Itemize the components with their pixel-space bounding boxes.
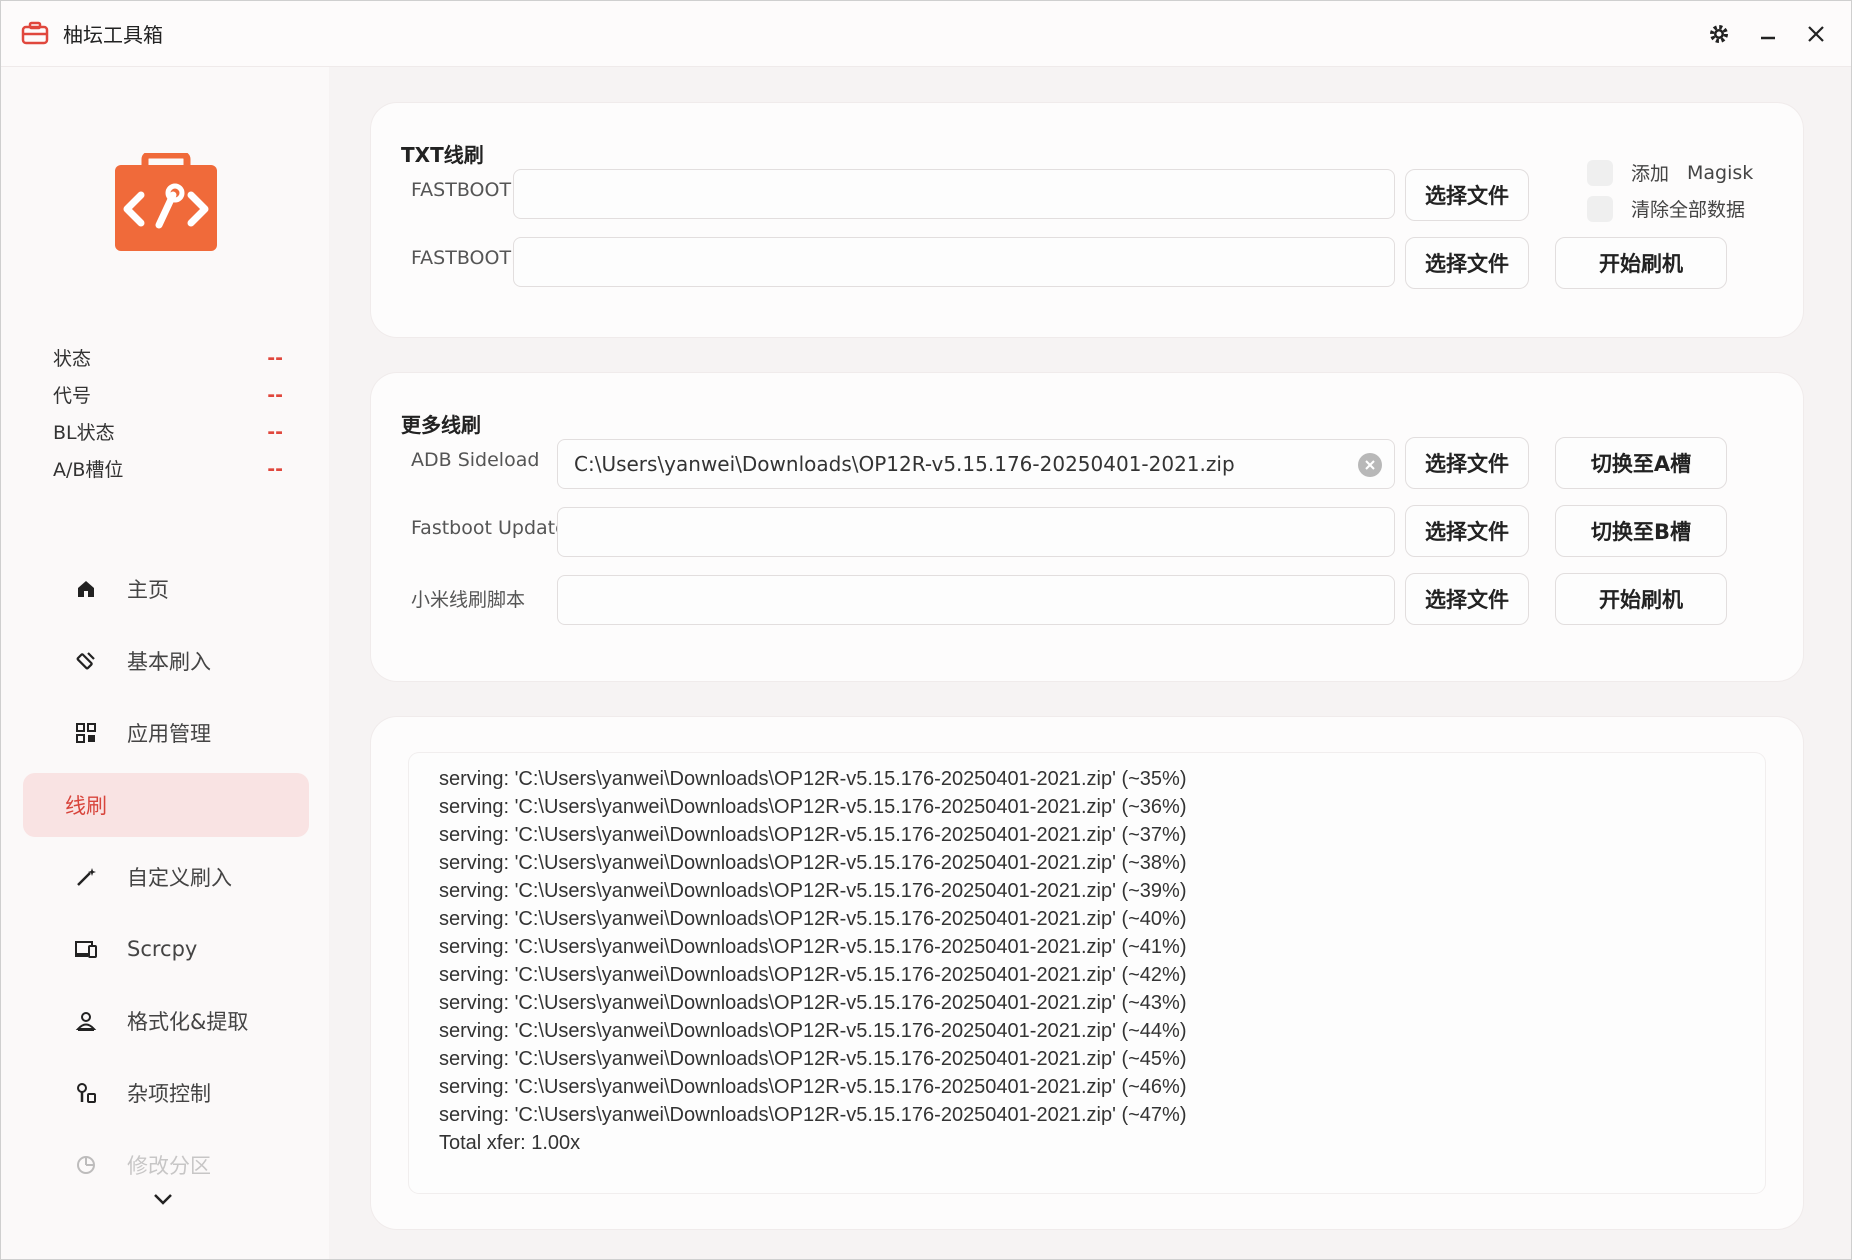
sidebar-item-custom-flash[interactable]: 自定义刷入: [23, 845, 309, 909]
log-line: serving: 'C:\Users\yanwei\Downloads\OP12…: [439, 1104, 1187, 1126]
log-line: serving: 'C:\Users\yanwei\Downloads\OP12…: [439, 1020, 1187, 1042]
log-line: serving: 'C:\Users\yanwei\Downloads\OP12…: [439, 852, 1187, 874]
log-line: serving: 'C:\Users\yanwei\Downloads\OP12…: [439, 908, 1187, 930]
tools-icon: [73, 1080, 99, 1106]
app-title: 柚坛工具箱: [63, 23, 163, 47]
app-logo: [111, 151, 221, 253]
home-icon: [73, 576, 99, 602]
sidebar-item-label: 格式化&提取: [127, 1010, 249, 1034]
minimize-icon[interactable]: [1753, 19, 1783, 49]
log-line: Total xfer: 1.00x: [439, 1132, 581, 1154]
fastbootd-select-file-button[interactable]: 选择文件: [1405, 237, 1529, 289]
info-value: --: [267, 457, 283, 480]
sidebar-item-label: 杂项控制: [127, 1082, 211, 1106]
fastboot-updated-label: Fastboot Updated: [411, 517, 579, 539]
close-icon[interactable]: [1801, 19, 1831, 49]
fastbootd-path-input[interactable]: [513, 237, 1395, 287]
toolbox-icon: [21, 21, 49, 45]
log-line: serving: 'C:\Users\yanwei\Downloads\OP12…: [439, 936, 1187, 958]
fastboot-path-input[interactable]: [513, 169, 1395, 219]
apps-icon: [73, 720, 99, 746]
log-line: serving: 'C:\Users\yanwei\Downloads\OP12…: [439, 880, 1187, 902]
sidebar-item-format-extract[interactable]: 格式化&提取: [23, 989, 309, 1053]
partition-icon: [73, 1152, 99, 1178]
fastbootd-label: FASTBOOTD: [411, 247, 526, 269]
sidebar-item-home[interactable]: 主页: [23, 557, 309, 621]
sidebar-item-app-manage[interactable]: 应用管理: [23, 701, 309, 765]
log-line: serving: 'C:\Users\yanwei\Downloads\OP12…: [439, 1076, 1187, 1098]
log-line: serving: 'C:\Users\yanwei\Downloads\OP12…: [439, 796, 1187, 818]
adb-sideload-label: ADB Sideload: [411, 449, 540, 471]
switch-slot-b-button[interactable]: 切换至B槽: [1555, 505, 1727, 557]
adb-sideload-select-file-button[interactable]: 选择文件: [1405, 437, 1529, 489]
xiaomi-script-path-input[interactable]: [557, 575, 1395, 625]
sidebar-item-label: 自定义刷入: [127, 866, 232, 890]
sidebar-item-label: 主页: [127, 578, 169, 602]
info-label: 代号: [53, 385, 92, 407]
screen-mirror-icon: [73, 936, 99, 962]
add-magisk-checkbox[interactable]: 添加 Magisk: [1587, 159, 1753, 186]
fastboot-label: FASTBOOT: [411, 179, 512, 201]
clear-input-icon[interactable]: [1358, 453, 1382, 477]
log-line: serving: 'C:\Users\yanwei\Downloads\OP12…: [439, 1048, 1187, 1070]
info-value: --: [267, 346, 283, 369]
sidebar-item-basic-flash[interactable]: 基本刷入: [23, 629, 309, 693]
xiaomi-script-select-file-button[interactable]: 选择文件: [1405, 573, 1529, 625]
sidebar-nav: 主页 基本刷入 应用管理 线刷 自定义刷入 Scrcpy 格式化&提取 杂项控制…: [23, 557, 309, 1205]
log-line: serving: 'C:\Users\yanwei\Downloads\OP12…: [439, 992, 1187, 1014]
info-value: --: [267, 383, 283, 406]
sidebar-item-label: Scrcpy: [127, 937, 198, 961]
card-title: 更多线刷: [401, 413, 481, 437]
log-output[interactable]: serving: 'C:\Users\yanwei\Downloads\OP12…: [409, 753, 1765, 1193]
info-label: 状态: [53, 348, 92, 370]
device-info-list: 状态 -- 代号 -- BL状态 -- A/B槽位 --: [53, 339, 283, 487]
user-extract-icon: [73, 1008, 99, 1034]
app-window: 柚坛工具箱 状态 -- 代号 -- BL状态 -- A/B槽位 -- 主页 基本…: [0, 0, 1852, 1260]
sidebar: 状态 -- 代号 -- BL状态 -- A/B槽位 -- 主页 基本刷入 应用管…: [1, 67, 329, 1259]
txt-flash-card: TXT线刷 FASTBOOT 选择文件 FASTBOOTD 选择文件 添加 Ma…: [371, 103, 1803, 337]
info-row-bl-status: BL状态 --: [53, 413, 283, 450]
info-row-codename: 代号 --: [53, 376, 283, 413]
checkbox-label: 添加: [1631, 163, 1670, 185]
settings-gear-icon[interactable]: [1704, 19, 1734, 49]
log-card: serving: 'C:\Users\yanwei\Downloads\OP12…: [371, 717, 1803, 1229]
info-row-ab-slot: A/B槽位 --: [53, 450, 283, 487]
log-line: serving: 'C:\Users\yanwei\Downloads\OP12…: [439, 964, 1187, 986]
info-value: --: [267, 420, 283, 443]
sidebar-item-misc-control[interactable]: 杂项控制: [23, 1061, 309, 1125]
fastboot-updated-select-file-button[interactable]: 选择文件: [1405, 505, 1529, 557]
sidebar-item-label: 基本刷入: [127, 650, 211, 674]
sidebar-item-label: 线刷: [65, 794, 107, 818]
main-content: TXT线刷 FASTBOOT 选择文件 FASTBOOTD 选择文件 添加 Ma…: [329, 67, 1851, 1259]
fastboot-select-file-button[interactable]: 选择文件: [1405, 169, 1529, 221]
sidebar-item-label: 修改分区: [127, 1154, 211, 1178]
info-label: BL状态: [53, 422, 115, 444]
xiaomi-script-label: 小米线刷脚本: [411, 589, 526, 611]
info-row-status: 状态 --: [53, 339, 283, 376]
adb-sideload-path-value: C:\Users\yanwei\Downloads\OP12R-v5.15.17…: [574, 452, 1235, 476]
txt-start-flash-button[interactable]: 开始刷机: [1555, 237, 1727, 289]
sidebar-item-scrcpy[interactable]: Scrcpy: [23, 917, 309, 981]
title-bar: 柚坛工具箱: [1, 1, 1851, 67]
sidebar-item-modify-partition[interactable]: 修改分区: [23, 1133, 309, 1197]
checkbox-box[interactable]: [1587, 159, 1613, 186]
more-flash-card: 更多线刷 ADB Sideload C:\Users\yanwei\Downlo…: [371, 373, 1803, 681]
sidebar-item-line-flash[interactable]: 线刷: [23, 773, 309, 837]
magisk-label: Magisk: [1687, 161, 1754, 184]
fastboot-updated-path-input[interactable]: [557, 507, 1395, 557]
checkbox-label: 清除全部数据: [1631, 199, 1746, 221]
switch-slot-a-button[interactable]: 切换至A槽: [1555, 437, 1727, 489]
checkbox-box[interactable]: [1587, 195, 1613, 222]
info-label: A/B槽位: [53, 459, 124, 481]
log-line: serving: 'C:\Users\yanwei\Downloads\OP12…: [439, 768, 1187, 790]
log-line: serving: 'C:\Users\yanwei\Downloads\OP12…: [439, 824, 1187, 846]
more-start-flash-button[interactable]: 开始刷机: [1555, 573, 1727, 625]
sidebar-item-label: 应用管理: [127, 722, 211, 746]
flash-icon: [73, 648, 99, 674]
wipe-all-data-checkbox[interactable]: 清除全部数据: [1587, 195, 1745, 222]
adb-sideload-path-input[interactable]: C:\Users\yanwei\Downloads\OP12R-v5.15.17…: [557, 439, 1395, 489]
chevron-down-icon[interactable]: [151, 1192, 175, 1208]
wand-icon: [73, 864, 99, 890]
card-title: TXT线刷: [401, 143, 484, 167]
